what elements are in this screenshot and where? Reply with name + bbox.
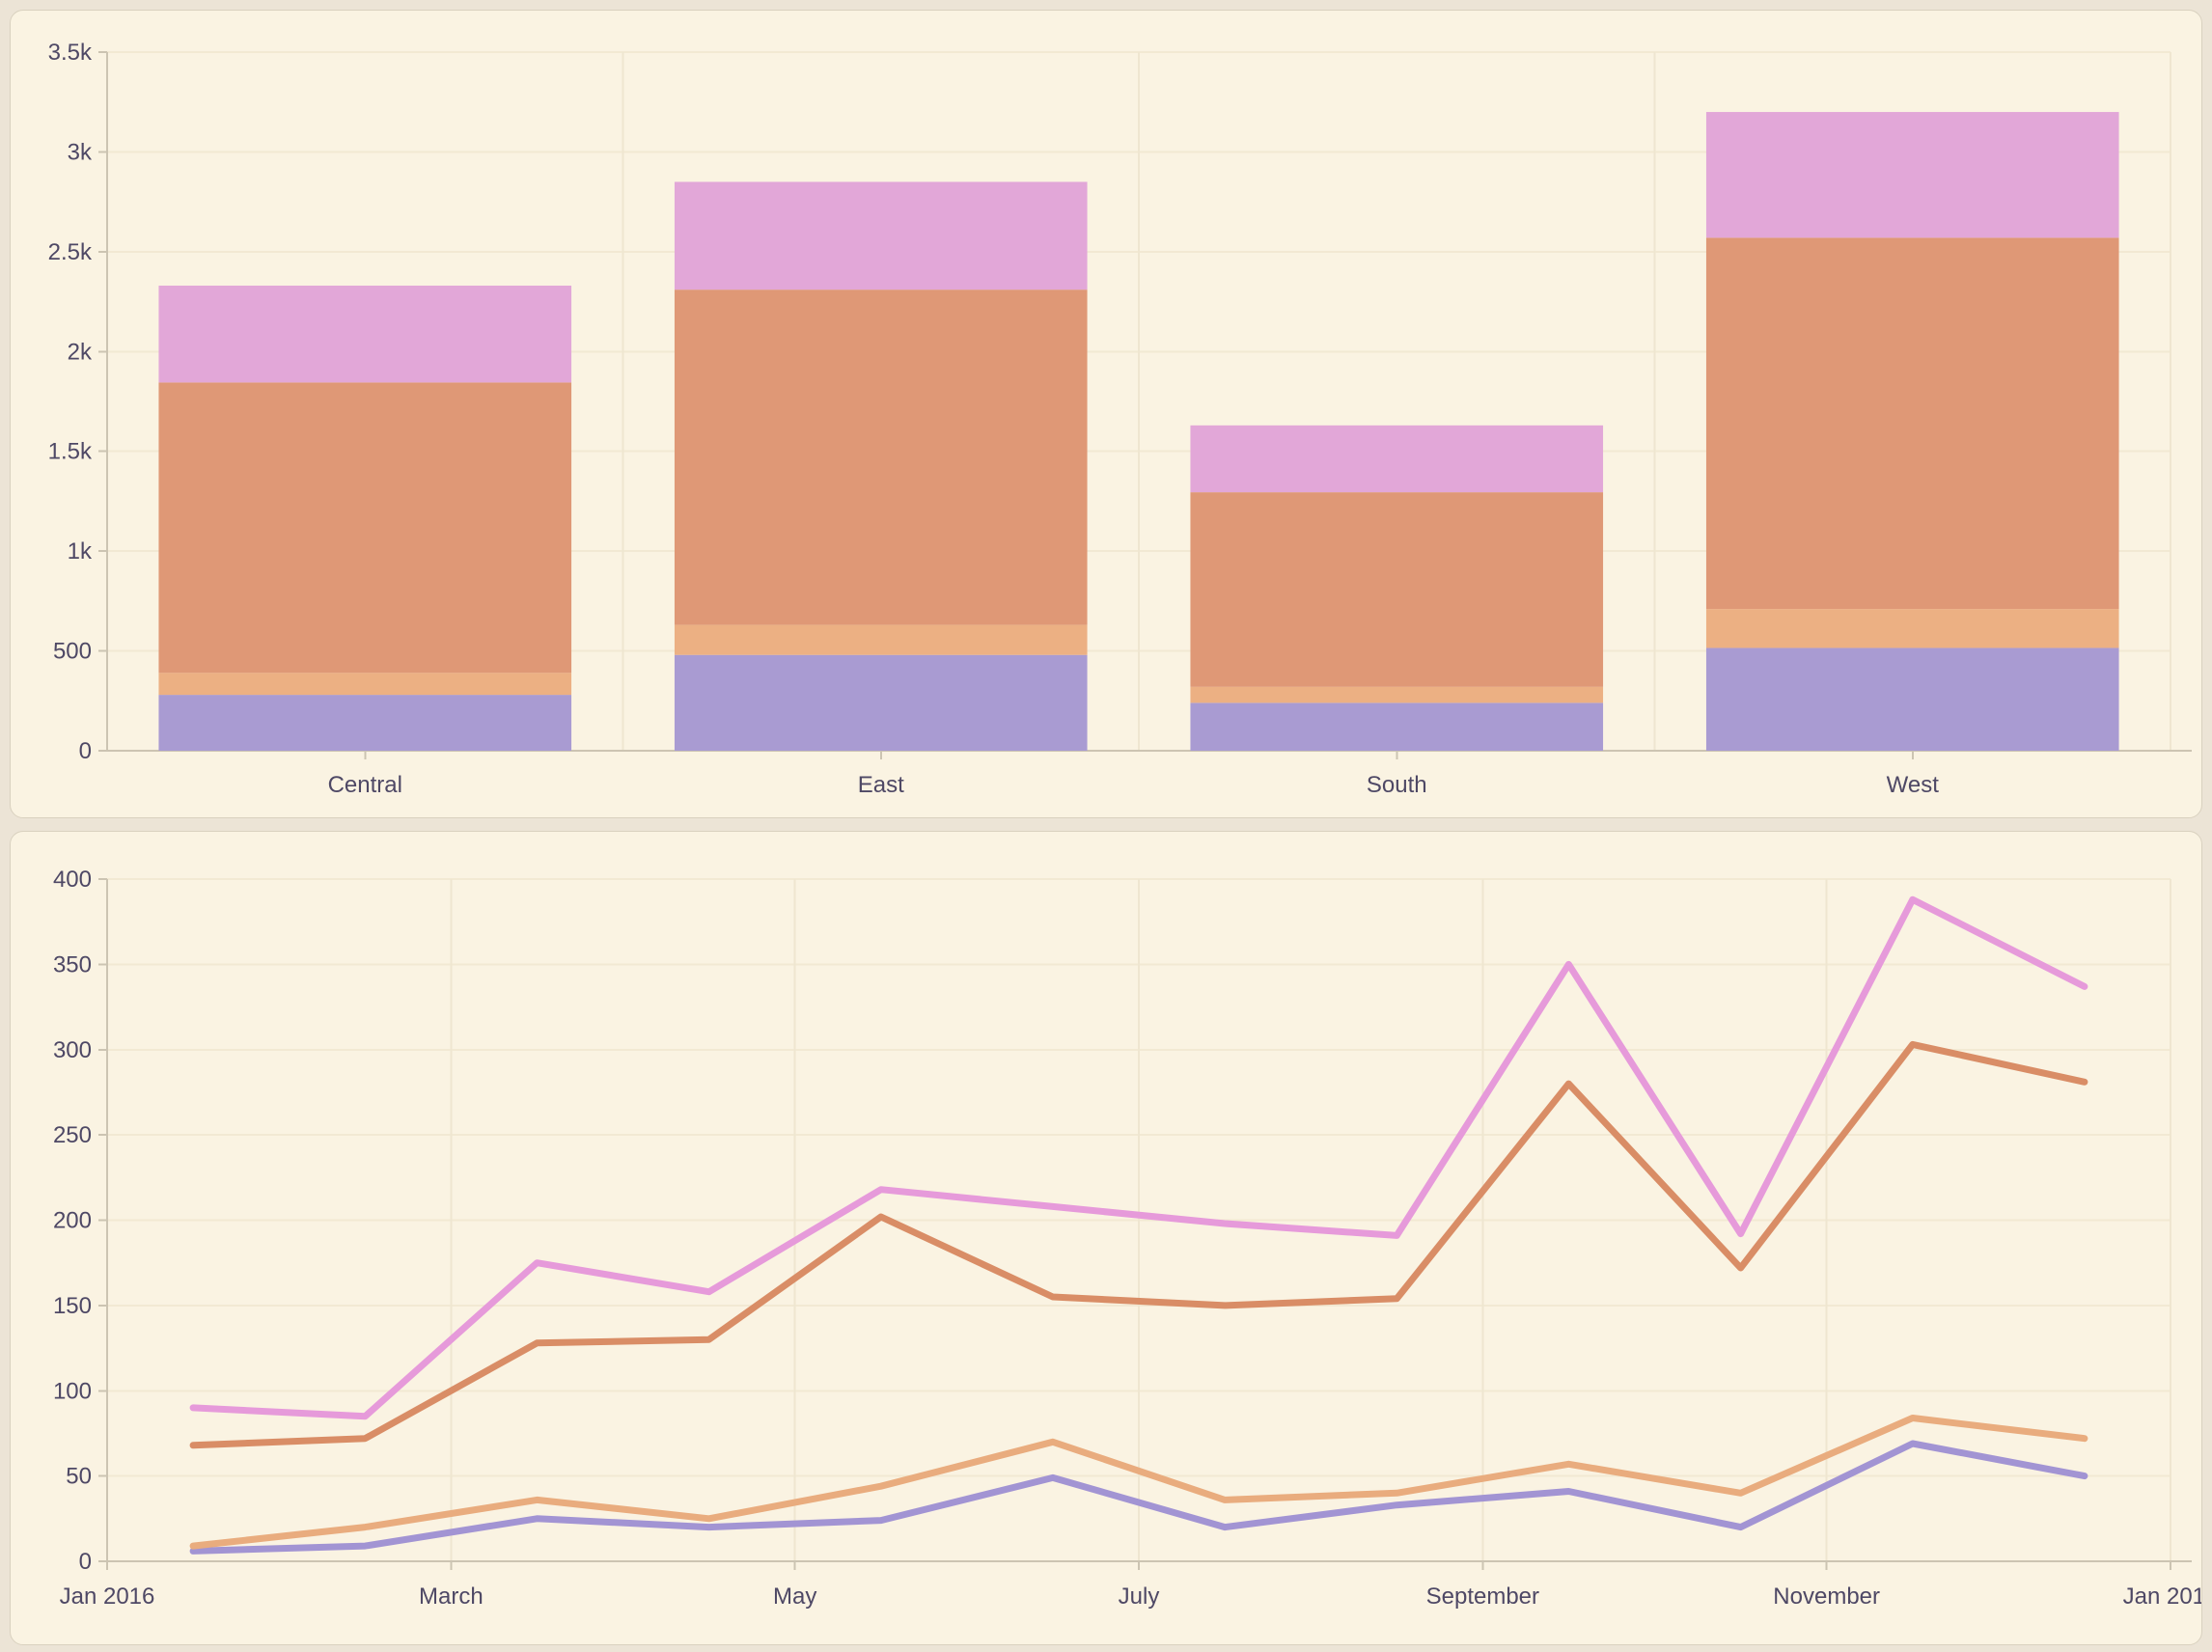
bar-orange-segment-central[interactable] <box>158 382 571 673</box>
line-chart: 0 50 100 150 200 250 300 350 400 Jan 2016 March May… <box>11 832 2201 1642</box>
x-axis-category-label: East <box>858 772 904 798</box>
x-axis-label: September <box>1426 1583 1539 1610</box>
x-axis-label: November <box>1773 1583 1880 1610</box>
bar-pink-segment-south[interactable] <box>1190 426 1603 492</box>
y-axis-label: 200 <box>53 1208 92 1234</box>
stacked-bar-chart-card: 0 500 1k 1.5k 2k 2.5k 3k 3.5k Central East South We… <box>10 10 2202 818</box>
x-axis-label: Jan 2017 <box>2123 1583 2201 1610</box>
bar-light-orange-segment-central[interactable] <box>158 673 571 695</box>
bar-pink-segment-east[interactable] <box>675 181 1088 289</box>
y-axis-label: 500 <box>53 639 92 665</box>
y-axis-label: 0 <box>79 738 92 764</box>
y-axis-label: 250 <box>53 1122 92 1148</box>
bar-light-orange-segment-west[interactable] <box>1706 609 2119 647</box>
y-axis-label: 100 <box>53 1378 92 1404</box>
stacked-bar-chart: 0 500 1k 1.5k 2k 2.5k 3k 3.5k Central East South We… <box>11 11 2201 815</box>
bar-purple-segment-central[interactable] <box>158 695 571 751</box>
y-axis-label: 350 <box>53 951 92 977</box>
y-axis-label: 150 <box>53 1293 92 1319</box>
bar-orange-segment-west[interactable] <box>1706 237 2119 609</box>
bar-orange-segment-south[interactable] <box>1190 492 1603 687</box>
y-axis-label: 300 <box>53 1037 92 1063</box>
x-axis-category-label: Central <box>328 772 402 798</box>
y-axis-label: 0 <box>79 1549 92 1575</box>
bar-purple-segment-west[interactable] <box>1706 647 2119 751</box>
x-axis-label: March <box>419 1583 484 1610</box>
y-axis-label: 50 <box>66 1464 92 1490</box>
bar-pink-segment-west[interactable] <box>1706 112 2119 237</box>
x-axis-label: May <box>773 1583 816 1610</box>
x-axis-label: Jan 2016 <box>60 1583 155 1610</box>
y-axis-label: 1k <box>68 538 93 564</box>
x-axis-category-label: West <box>1887 772 1940 798</box>
y-axis-label: 1.5k <box>48 439 93 465</box>
y-axis-label: 2k <box>68 339 93 365</box>
y-axis-label: 400 <box>53 867 92 893</box>
bar-pink-segment-central[interactable] <box>158 286 571 382</box>
y-axis-label: 3k <box>68 139 93 165</box>
bar-light-orange-segment-east[interactable] <box>675 625 1088 655</box>
bar-purple-segment-south[interactable] <box>1190 702 1603 751</box>
y-axis-label: 3.5k <box>48 40 93 66</box>
bar-purple-segment-east[interactable] <box>675 655 1088 751</box>
x-axis-label: July <box>1119 1583 1160 1610</box>
bar-orange-segment-east[interactable] <box>675 289 1088 625</box>
y-axis-label: 2.5k <box>48 239 93 265</box>
line-chart-card: 0 50 100 150 200 250 300 350 400 Jan 2016 March May… <box>10 831 2202 1645</box>
x-axis-category-label: South <box>1367 772 1427 798</box>
bar-light-orange-segment-south[interactable] <box>1190 687 1603 703</box>
